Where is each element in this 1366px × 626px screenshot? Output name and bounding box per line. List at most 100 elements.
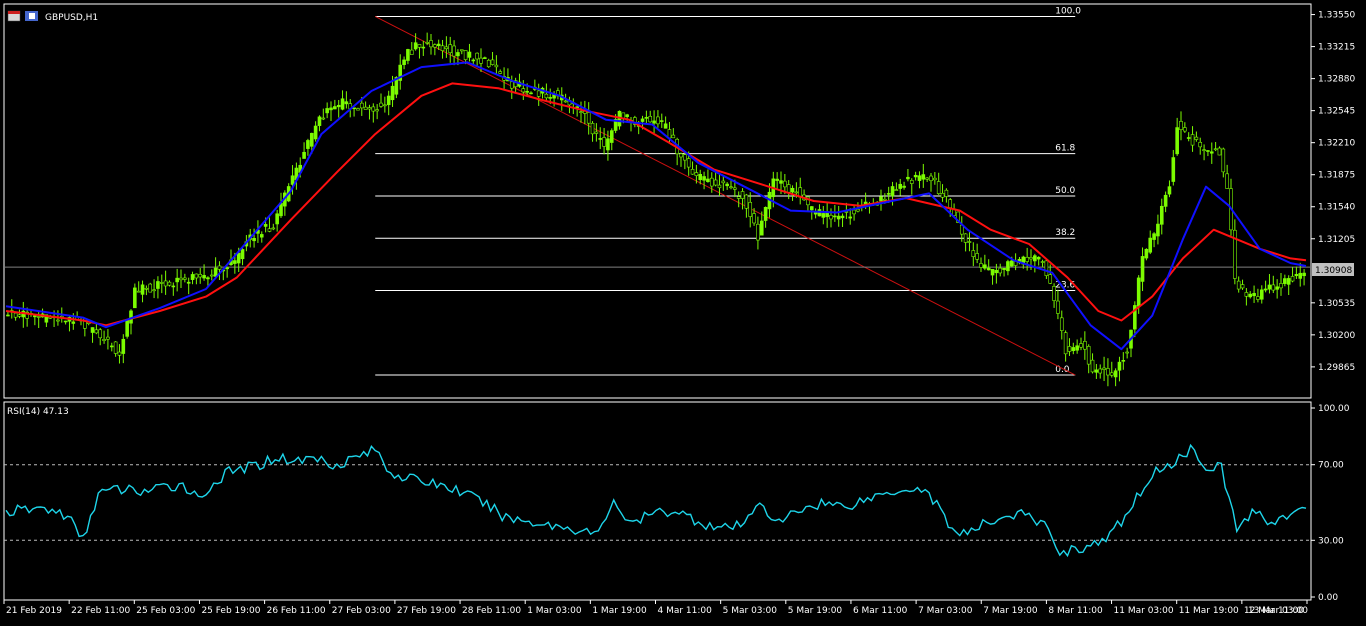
candle-body (821, 213, 826, 218)
candle-body (190, 274, 195, 280)
candle-body (1194, 136, 1199, 140)
candle-body (1044, 260, 1049, 276)
candle-body (1121, 360, 1126, 362)
candle-body (363, 106, 368, 110)
candle-body (136, 290, 141, 293)
candle-body (1275, 286, 1279, 290)
candle-body (494, 64, 499, 68)
candle-body (848, 216, 853, 219)
candle-body (940, 193, 945, 198)
candle-body (840, 215, 845, 219)
candle-body (1209, 151, 1214, 154)
candle-body (1052, 286, 1056, 301)
candle-body (1148, 237, 1153, 253)
candle-body (209, 274, 214, 277)
chart-window[interactable]: GBPUSD,H1 RSI(14) 47.13 100.0 61.8 50.0 38.… (0, 0, 1366, 622)
candle-body (325, 108, 329, 114)
candle-body (459, 49, 464, 52)
candle-body (375, 109, 379, 112)
candle-body (1071, 347, 1076, 352)
candle-body (371, 106, 376, 112)
candle-body (679, 153, 683, 158)
time-axis-label: 28 Feb 11:00 (462, 606, 521, 616)
rsi-axis-label: 0.00 (1318, 593, 1338, 603)
price-axis-label: 1.33550 (1318, 11, 1355, 21)
time-axis-label: 11 Mar 03:00 (1114, 606, 1174, 616)
candle-body (198, 274, 203, 278)
candle-body (648, 116, 653, 123)
candle-body (475, 52, 479, 60)
candle-body (144, 287, 149, 290)
candle-body (175, 277, 179, 283)
candle-body (63, 320, 68, 323)
candle-body (829, 214, 833, 220)
candle-body (1125, 351, 1129, 354)
candle-body (609, 130, 614, 143)
time-axis-label: 26 Feb 11:00 (267, 606, 326, 616)
candle-body (448, 44, 453, 54)
candle-body (563, 100, 568, 103)
time-axis-label: 7 Mar 03:00 (918, 606, 973, 616)
candle-body (156, 281, 160, 289)
candle-body (786, 184, 791, 193)
candle-body (359, 102, 364, 109)
candle-body (259, 234, 264, 238)
current-price-text: 1.30908 (1315, 266, 1352, 276)
candle-body (909, 180, 914, 184)
candle-body (36, 316, 41, 318)
candle-body (898, 183, 903, 189)
candle-body (117, 351, 122, 356)
candle-body (225, 267, 229, 270)
candle-body (1290, 276, 1295, 282)
chart-canvas[interactable]: GBPUSD,H1 RSI(14) 47.13 100.0 61.8 50.0 38.… (0, 0, 1366, 622)
candle-body (625, 114, 629, 117)
candle-body (1298, 272, 1303, 279)
candle-body (417, 44, 422, 48)
candle-body (586, 112, 591, 124)
candle-body (498, 71, 503, 74)
candle-body (1294, 274, 1299, 277)
candle-body (302, 151, 306, 159)
candle-body (1236, 280, 1241, 290)
candle-body (683, 154, 687, 161)
price-axis-label: 1.32545 (1318, 107, 1355, 117)
candle-body (383, 104, 387, 107)
candle-body (483, 57, 487, 59)
candle-body (402, 59, 406, 65)
candle-body (94, 329, 99, 334)
candle-body (1117, 361, 1122, 371)
candle-body (917, 175, 922, 181)
fib-level-label: 100.0 (1055, 6, 1081, 16)
candle-body (1263, 288, 1268, 291)
candle-body (379, 102, 383, 107)
candle-body (1144, 248, 1149, 259)
candle-body (983, 264, 987, 269)
candle-body (598, 138, 603, 140)
candle-body (452, 45, 456, 57)
chart-type-icon-detail (29, 13, 35, 19)
candle-body (1136, 277, 1141, 307)
candle-body (1267, 284, 1272, 290)
candle-body (490, 59, 495, 65)
candle-body (1206, 150, 1210, 152)
rsi-axis-label: 100.00 (1318, 404, 1350, 414)
candle-body (733, 187, 737, 190)
time-axis-label: 21 Feb 2019 (6, 606, 62, 616)
price-axis-label: 1.31875 (1318, 171, 1355, 181)
candle-body (902, 185, 906, 188)
candle-body (1190, 134, 1195, 146)
candle-body (809, 206, 814, 211)
candle-body (13, 312, 18, 318)
candle-body (690, 168, 695, 175)
candle-body (217, 265, 222, 270)
candle-body (756, 223, 760, 241)
candle-body (33, 315, 37, 318)
price-axis-label: 1.31540 (1318, 203, 1355, 213)
price-axis-label: 1.32210 (1318, 139, 1355, 149)
candle-body (263, 224, 268, 227)
candle-body (271, 227, 276, 230)
symbol-label: GBPUSD,H1 (45, 13, 98, 23)
candle-body (1217, 147, 1222, 156)
candle-body (925, 177, 929, 180)
candle-body (1109, 372, 1114, 376)
